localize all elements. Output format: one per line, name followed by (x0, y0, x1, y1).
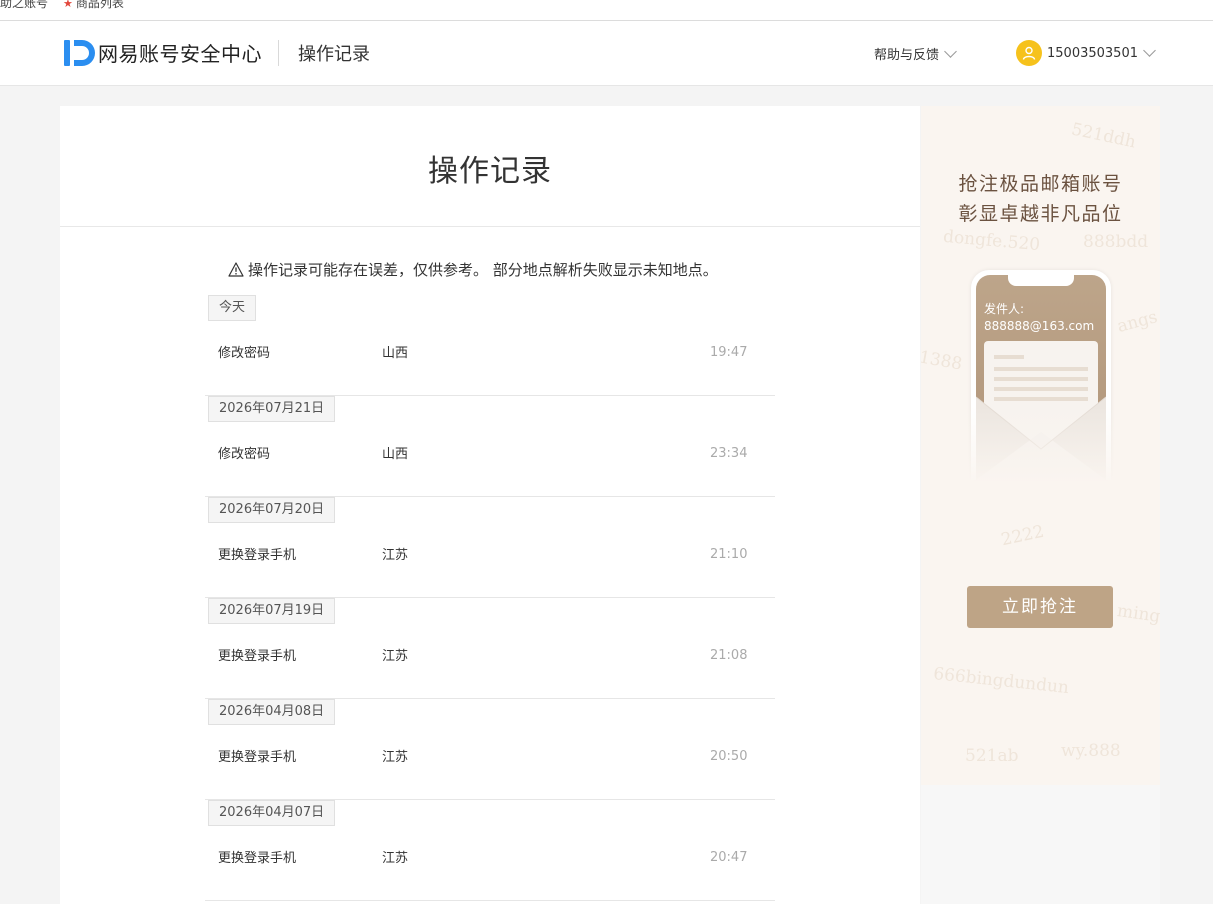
record-group: 2026年04月07日 更换登录手机 江苏 20:47 (205, 800, 775, 901)
ad-watermark: 1388 (921, 347, 964, 375)
bookmark-item[interactable]: 助之账号 (0, 0, 48, 11)
record-time: 21:10 (710, 547, 748, 562)
sender-label: 发件人: (984, 302, 1025, 316)
record-group: 2026年04月08日 更换登录手机 江苏 20:50 (205, 699, 775, 800)
phone-fade (961, 406, 1121, 486)
ad-watermark: dongfe.520 (942, 226, 1041, 256)
record-action: 更换登录手机 (218, 750, 297, 765)
record-location: 江苏 (382, 750, 409, 765)
help-feedback-menu[interactable]: 帮助与反馈 (874, 44, 957, 63)
help-feedback-label: 帮助与反馈 (874, 48, 940, 63)
record-action: 更换登录手机 (218, 548, 297, 563)
bookmark-star-icon: ★ (63, 0, 73, 10)
register-now-button[interactable]: 立即抢注 (967, 586, 1113, 628)
record-location: 江苏 (382, 649, 409, 664)
operation-record-card: 操作记录 操作记录可能存在误差，仅供参考。 部分地点解析失败显示未知地点。 今天… (60, 106, 920, 904)
record-location: 江苏 (382, 851, 409, 866)
warning-icon (228, 262, 244, 277)
record-group: 2026年07月20日 更换登录手机 江苏 21:10 (205, 497, 775, 598)
date-tag: 2026年07月19日 (208, 598, 336, 624)
ad-watermark: 2222 (999, 521, 1046, 551)
date-tag: 今天 (208, 295, 257, 321)
record-action: 更换登录手机 (218, 649, 297, 664)
sender-email: 888888@163.com (984, 319, 1095, 333)
user-icon (1022, 46, 1036, 60)
ad-watermark: angs (1115, 307, 1160, 337)
bookmark-bar: 助之账号 ★ 商品列表 (0, 0, 1213, 21)
record-group: 2026年07月21日 修改密码 山西 23:34 (205, 396, 775, 497)
bookmark-label: 商品列表 (75, 0, 124, 10)
record-time: 23:34 (710, 446, 748, 461)
ad-watermark: 888bdd (1083, 232, 1149, 252)
record-time: 19:47 (710, 345, 748, 360)
chevron-down-icon (1143, 44, 1156, 57)
record-time: 20:50 (710, 749, 748, 764)
notice: 操作记录可能存在误差，仅供参考。 部分地点解析失败显示未知地点。 (228, 259, 718, 280)
chevron-down-icon (944, 44, 957, 58)
record-group: 2026年07月19日 更换登录手机 江苏 21:08 (205, 598, 775, 699)
date-tag: 2026年07月20日 (208, 497, 336, 523)
brand-name[interactable]: 网易账号安全中心 (98, 38, 262, 67)
email-ad-banner[interactable]: 521ddh 888bdd 2222 666bingdundun 521ab w… (921, 106, 1160, 785)
record-time: 20:47 (710, 850, 748, 865)
record-location: 江苏 (382, 548, 409, 563)
bookmark-item[interactable]: ★ 商品列表 (63, 0, 124, 11)
title-divider (60, 226, 920, 227)
ad-watermark: 521ddh (1069, 119, 1138, 153)
record-location: 山西 (382, 346, 409, 361)
ad-headline: 抢注极品邮箱账号 (958, 173, 1123, 195)
record-action: 更换登录手机 (218, 851, 297, 866)
record-location: 山西 (382, 447, 409, 462)
user-menu[interactable]: 15003503501 (1016, 40, 1156, 66)
date-tag: 2026年04月07日 (208, 800, 336, 826)
header-divider (278, 40, 279, 66)
top-header: 网易账号安全中心 操作记录 帮助与反馈 15003503501 (0, 21, 1213, 86)
record-action: 修改密码 (218, 346, 271, 361)
notice-text: 操作记录可能存在误差，仅供参考。 部分地点解析失败显示未知地点。 (248, 261, 718, 279)
ad-watermark: wy.888 (1061, 741, 1121, 761)
ad-subheadline: 彰显卓越非凡品位 (958, 203, 1123, 225)
avatar (1016, 40, 1042, 66)
ad-watermark: 521ab (965, 746, 1019, 766)
netease-id-logo-icon[interactable] (64, 40, 96, 66)
date-tag: 2026年07月21日 (208, 396, 336, 422)
ad-watermark: ming (1115, 601, 1160, 627)
page-title: 操作记录 (428, 154, 552, 189)
record-group: 今天 修改密码 山西 19:47 (205, 295, 775, 396)
user-phone: 15003503501 (1047, 45, 1138, 61)
record-list: 今天 修改密码 山西 19:47 2026年07月21日 修改密码 山西 23:… (205, 295, 775, 901)
date-tag: 2026年04月08日 (208, 699, 336, 725)
header-section-title: 操作记录 (298, 44, 370, 65)
record-action: 修改密码 (218, 447, 271, 462)
ad-watermark: 666bingdundun (932, 663, 1070, 699)
record-time: 21:08 (710, 648, 748, 663)
phone-notch (1008, 275, 1074, 286)
ad-bottom-area (921, 785, 1160, 904)
